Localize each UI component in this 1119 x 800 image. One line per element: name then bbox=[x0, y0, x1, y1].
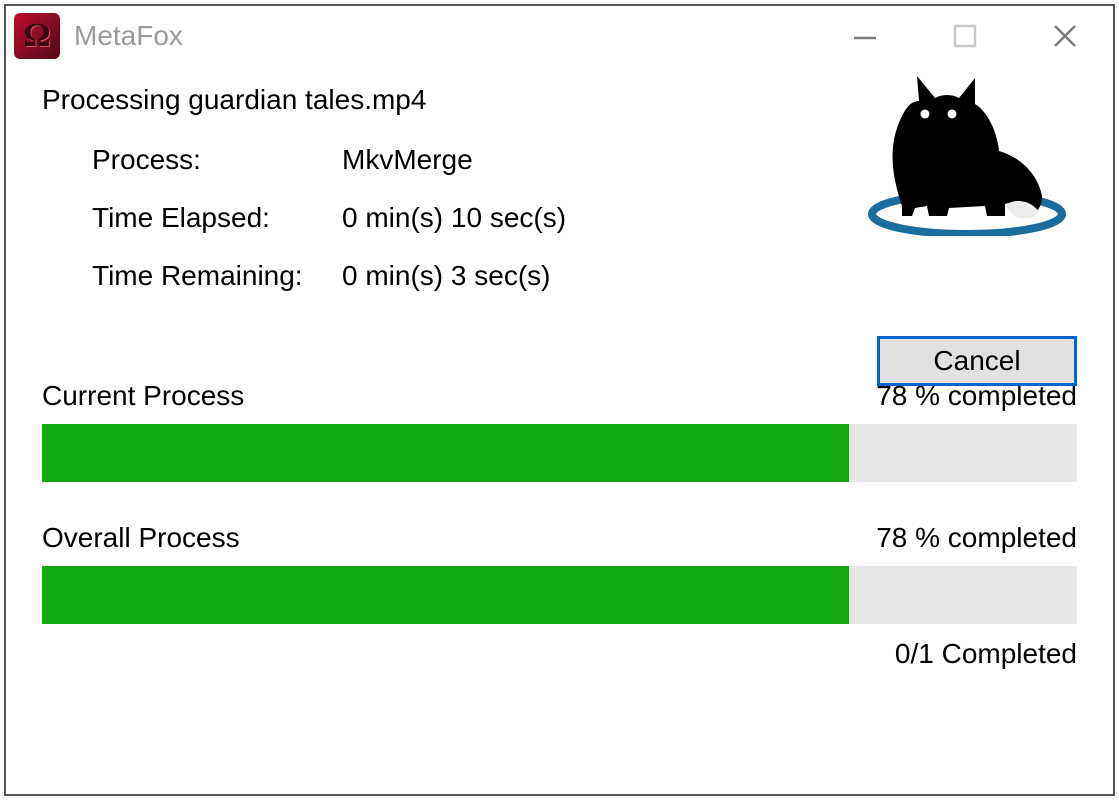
current-progress-bar bbox=[42, 424, 1077, 482]
app-window: MetaFox Processing guardian tales.mp4 Pr… bbox=[4, 4, 1115, 796]
current-process-section: Current Process 78 % completed bbox=[42, 380, 1077, 482]
current-process-title: Current Process bbox=[42, 380, 244, 412]
content-area: Processing guardian tales.mp4 Process: M… bbox=[6, 66, 1113, 670]
overall-process-title: Overall Process bbox=[42, 522, 240, 554]
window-controls bbox=[845, 16, 1105, 56]
elapsed-value: 0 min(s) 10 sec(s) bbox=[342, 204, 566, 232]
current-progress-fill bbox=[42, 424, 849, 482]
overall-process-percent-text: 78 % completed bbox=[876, 522, 1077, 554]
maximize-button[interactable] bbox=[945, 16, 985, 56]
fox-logo bbox=[857, 56, 1077, 236]
overall-progress-fill bbox=[42, 566, 849, 624]
remaining-label: Time Remaining: bbox=[92, 262, 342, 290]
elapsed-label: Time Elapsed: bbox=[92, 204, 342, 232]
process-label: Process: bbox=[92, 146, 342, 174]
overall-process-section: Overall Process 78 % completed 0/1 Compl… bbox=[42, 522, 1077, 670]
close-button[interactable] bbox=[1045, 16, 1085, 56]
process-value: MkvMerge bbox=[342, 146, 473, 174]
minimize-button[interactable] bbox=[845, 16, 885, 56]
remaining-value: 0 min(s) 3 sec(s) bbox=[342, 262, 550, 290]
app-icon bbox=[14, 13, 60, 59]
remaining-row: Time Remaining: 0 min(s) 3 sec(s) bbox=[92, 262, 1077, 290]
cancel-button[interactable]: Cancel bbox=[877, 336, 1077, 386]
overall-progress-bar bbox=[42, 566, 1077, 624]
window-title: MetaFox bbox=[74, 20, 183, 52]
overall-count-text: 0/1 Completed bbox=[42, 638, 1077, 670]
